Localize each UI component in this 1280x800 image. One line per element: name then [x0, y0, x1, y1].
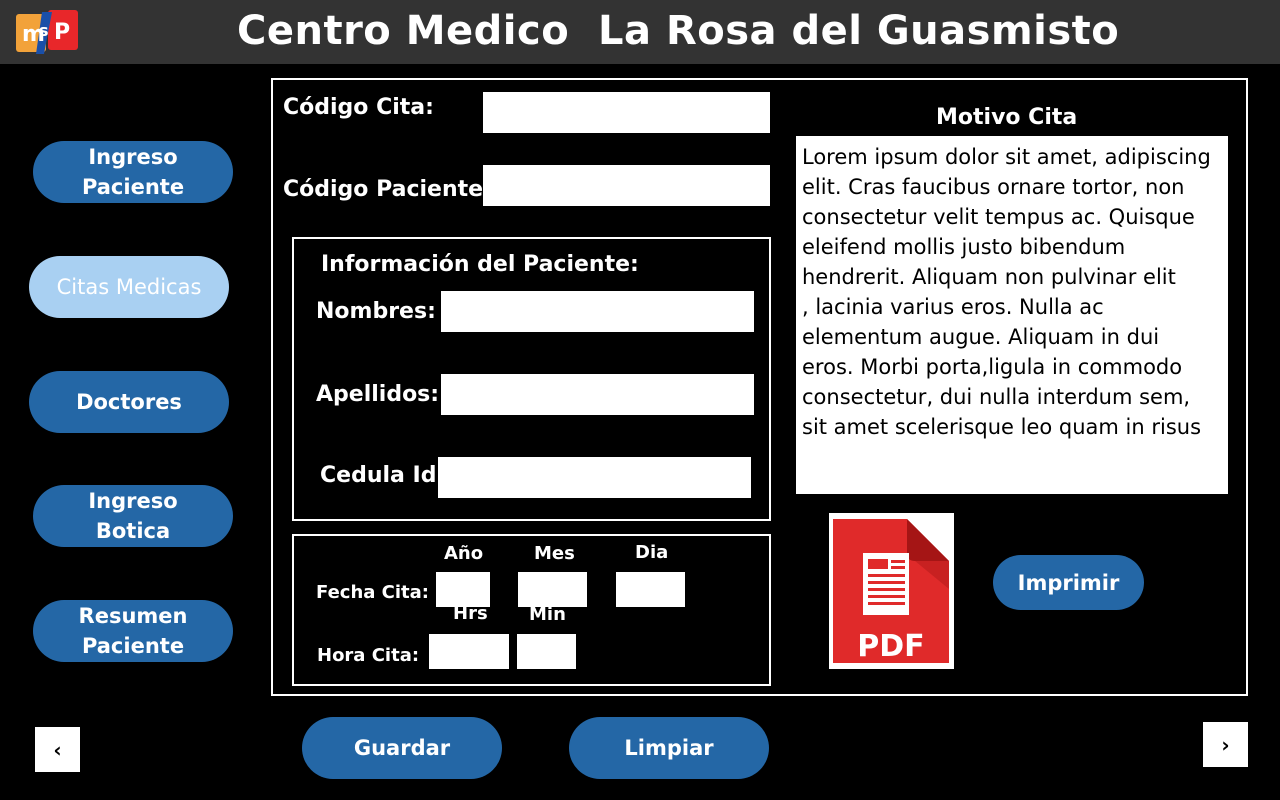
nav-ingreso-botica-label: Ingreso Botica	[88, 489, 178, 543]
anio-label: Año	[444, 543, 484, 564]
nombres-label: Nombres:	[316, 299, 436, 324]
nav-citas-medicas-label: Citas Medicas	[56, 275, 202, 299]
nav-resumen-paciente-label: Resumen Paciente	[78, 604, 188, 658]
guardar-button[interactable]: Guardar	[302, 717, 502, 779]
limpiar-button[interactable]: Limpiar	[569, 717, 769, 779]
patient-info-title: Información del Paciente:	[321, 252, 639, 277]
next-page-button[interactable]: ›	[1203, 722, 1248, 767]
codigo-cita-label: Código Cita:	[283, 95, 434, 120]
prev-page-button[interactable]: ‹	[35, 727, 80, 772]
svg-text:s: s	[39, 21, 49, 40]
nav-resumen-paciente[interactable]: Resumen Paciente	[33, 600, 233, 662]
anio-input[interactable]	[436, 572, 490, 607]
fecha-cita-label: Fecha Cita:	[316, 582, 430, 603]
chevron-left-icon: ‹	[53, 737, 62, 762]
hrs-input[interactable]	[429, 634, 509, 669]
dia-input[interactable]	[616, 572, 685, 607]
mes-label: Mes	[534, 543, 575, 564]
imprimir-button[interactable]: Imprimir	[993, 555, 1144, 610]
min-label: Min	[529, 604, 566, 625]
pdf-icon[interactable]: PDF	[829, 513, 954, 669]
motivo-cita-textarea[interactable]: Lorem ipsum dolor sit amet, adipiscing e…	[796, 136, 1228, 494]
hora-cita-label: Hora Cita:	[317, 645, 420, 666]
hrs-label: Hrs	[453, 603, 488, 624]
apellidos-label: Apellidos:	[316, 382, 440, 407]
msp-logo: m s P	[14, 6, 82, 58]
nav-doctores-label: Doctores	[76, 390, 182, 414]
nombres-input[interactable]	[441, 291, 754, 332]
motivo-cita-title: Motivo Cita	[936, 105, 1078, 130]
nav-doctores[interactable]: Doctores	[29, 371, 229, 433]
svg-text:P: P	[54, 20, 70, 45]
nav-ingreso-paciente[interactable]: Ingreso Paciente	[33, 141, 233, 203]
svg-text:PDF: PDF	[857, 629, 924, 664]
min-input[interactable]	[517, 634, 576, 669]
codigo-paciente-label: Código Paciente:	[283, 177, 492, 202]
nav-citas-medicas[interactable]: Citas Medicas	[29, 256, 229, 318]
top-bar: m s P Centro Medico La Rosa del Guasmist…	[0, 0, 1280, 64]
app-title: Centro Medico La Rosa del Guasmisto	[237, 8, 1120, 54]
chevron-right-icon: ›	[1221, 732, 1230, 757]
cedula-label: Cedula Id:	[320, 463, 446, 488]
dia-label: Dia	[635, 542, 669, 563]
nav-ingreso-botica[interactable]: Ingreso Botica	[33, 485, 233, 547]
apellidos-input[interactable]	[441, 374, 754, 415]
codigo-cita-input[interactable]	[483, 92, 770, 133]
mes-input[interactable]	[518, 572, 587, 607]
codigo-paciente-input[interactable]	[483, 165, 770, 206]
cedula-input[interactable]	[438, 457, 751, 498]
nav-ingreso-paciente-label: Ingreso Paciente	[81, 145, 185, 199]
